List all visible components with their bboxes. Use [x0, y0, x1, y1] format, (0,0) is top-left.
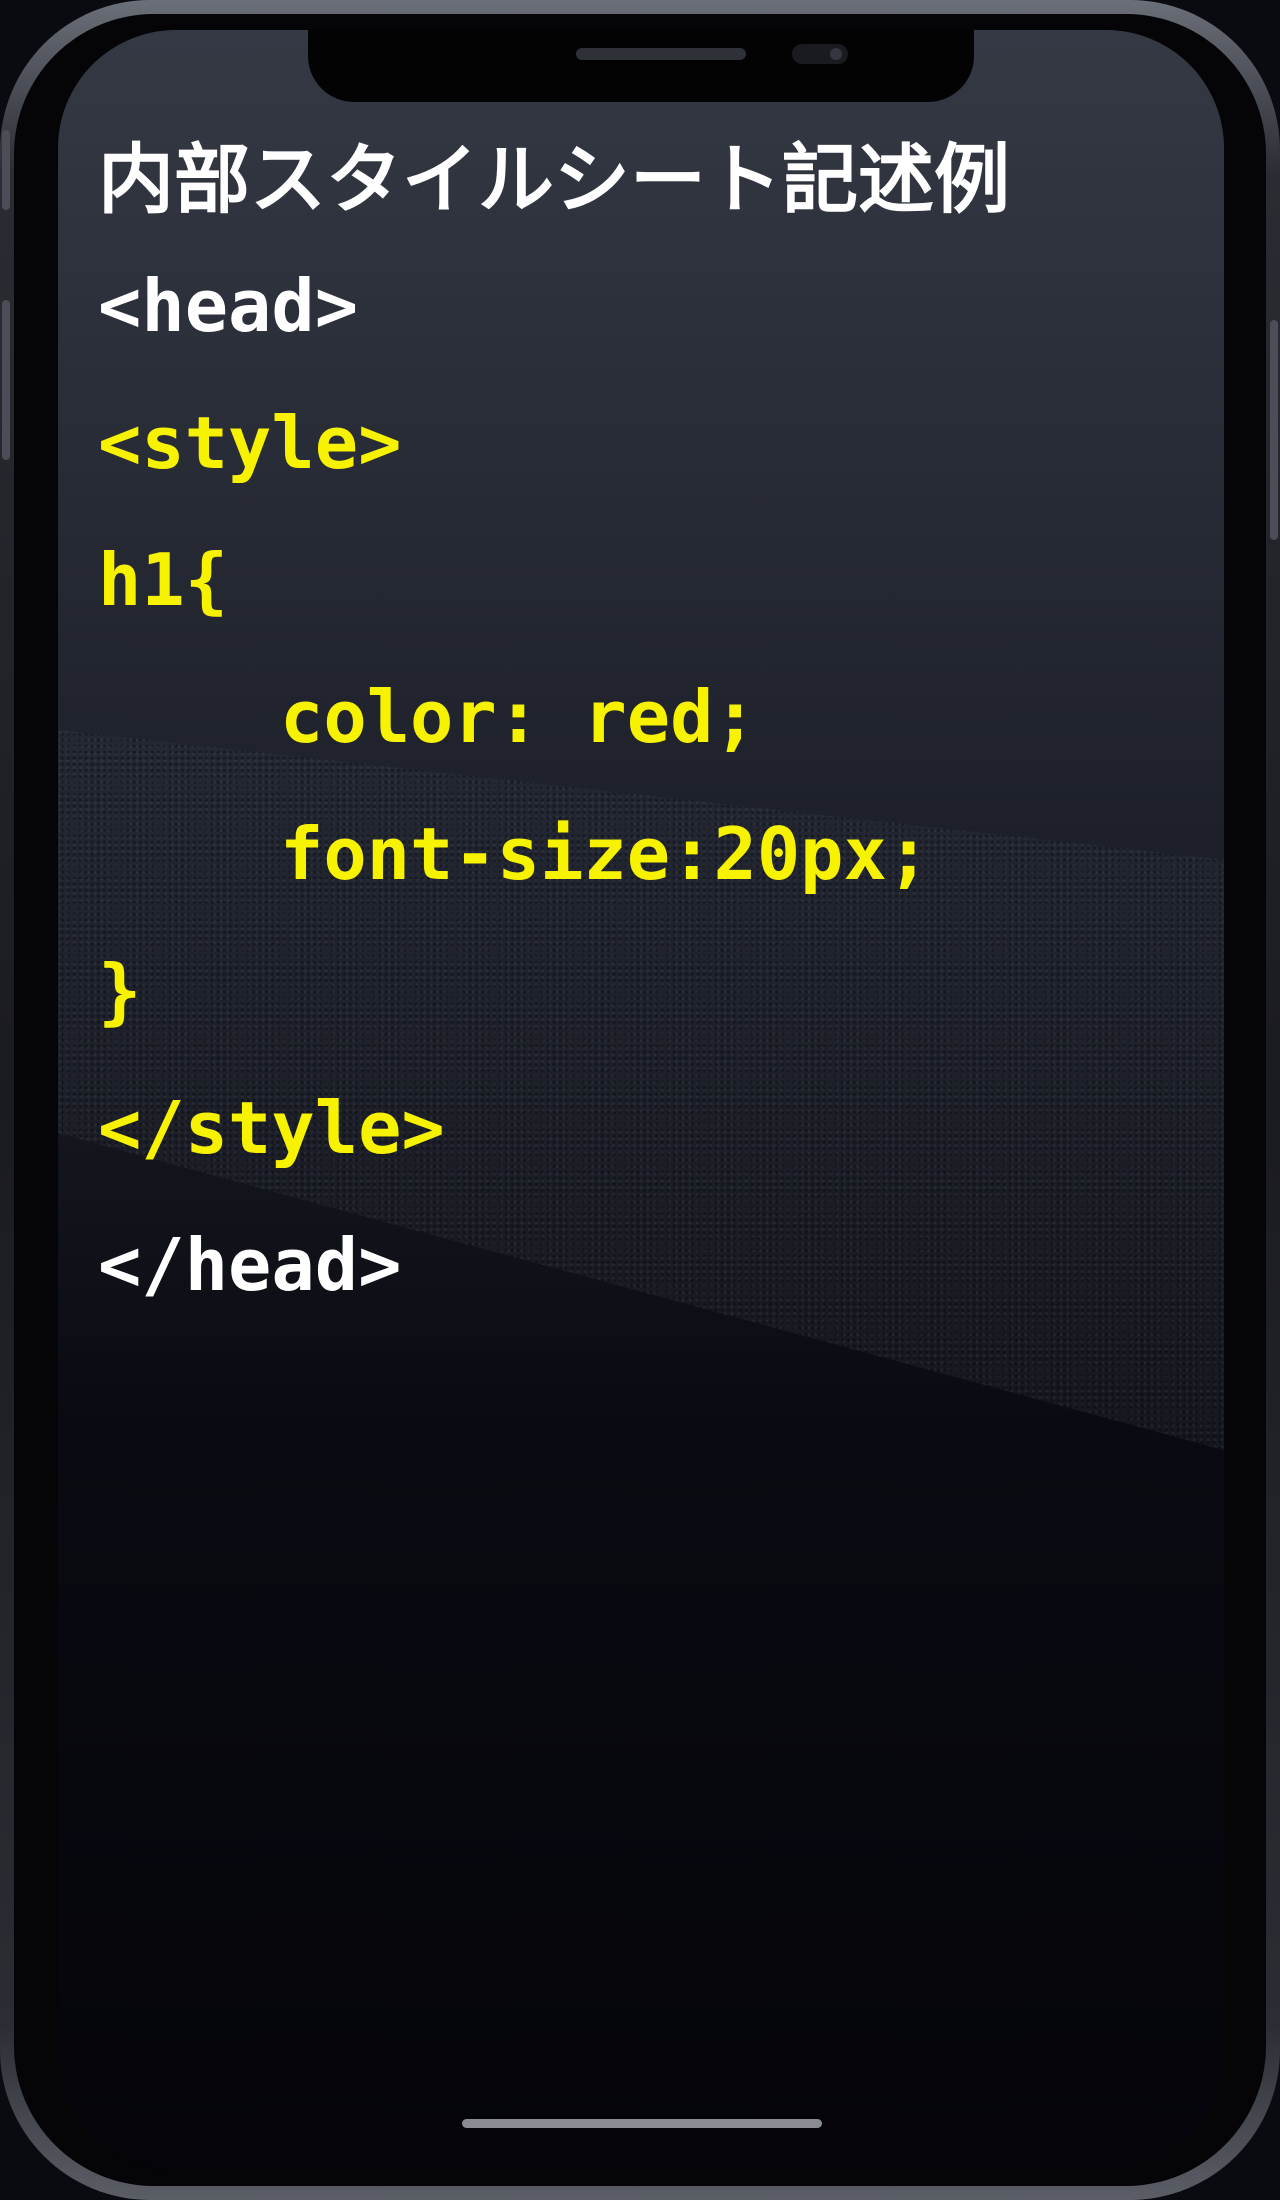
code-style-close: </style> — [98, 1086, 445, 1170]
side-button-right — [1270, 320, 1278, 540]
phone-frame: 内部スタイルシート記述例 <head> <style> h1{ color: r… — [0, 0, 1280, 2200]
phone-screen: 内部スタイルシート記述例 <head> <style> h1{ color: r… — [58, 30, 1224, 2170]
speaker-grille — [576, 48, 746, 60]
code-declaration-font-size: font-size:20px; — [280, 812, 931, 896]
code-head-close: </head> — [98, 1223, 402, 1307]
front-camera-icon — [792, 44, 848, 64]
code-brace-close: } — [98, 949, 142, 1033]
page-title: 内部スタイルシート記述例 — [98, 135, 1010, 224]
side-button-left — [2, 130, 10, 210]
code-head-open: <head> — [98, 264, 359, 348]
notch — [308, 30, 974, 102]
code-selector-h1: h1{ — [98, 538, 229, 622]
code-declaration-color: color: red; — [280, 675, 757, 759]
code-example: 内部スタイルシート記述例 <head> <style> h1{ color: r… — [98, 130, 1204, 1334]
home-indicator[interactable] — [462, 2119, 822, 2128]
volume-button-left — [2, 300, 10, 460]
code-style-open: <style> — [98, 401, 402, 485]
